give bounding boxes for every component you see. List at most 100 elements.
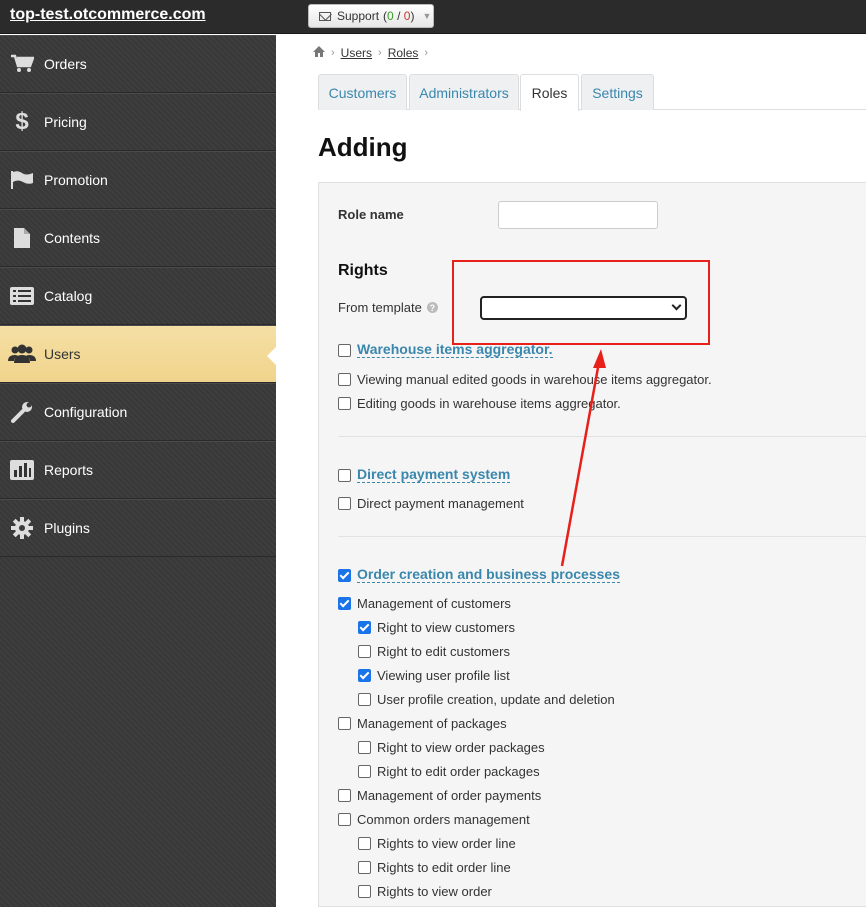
group-payment: Direct payment system [338, 467, 511, 483]
help-icon[interactable]: ? [426, 302, 438, 313]
from-template-label: From template ? [338, 300, 438, 315]
group-warehouse-checkbox[interactable] [338, 343, 351, 357]
group-warehouse: Warehouse items aggregator. [338, 342, 553, 358]
right-checkbox[interactable] [338, 597, 351, 610]
sidebar-item-configuration[interactable]: Configuration [0, 383, 276, 441]
right-label: Right to view customers [377, 620, 515, 635]
tab-administrators[interactable]: Administrators [409, 74, 519, 110]
tab-customers[interactable]: Customers [318, 74, 407, 110]
cart-icon [0, 54, 44, 74]
support-open-count: 0 [387, 9, 394, 23]
right-item: Common orders management [338, 812, 530, 827]
right-item: Viewing user profile list [358, 668, 510, 683]
top-bar: top-test.otcommerce.com Support (0 / 0) … [0, 0, 866, 34]
flag-icon [0, 170, 44, 190]
sidebar-item-label: Orders [44, 56, 87, 72]
sidebar: Orders $ Pricing Promotion Contents Cata… [0, 35, 277, 907]
sidebar-item-pricing[interactable]: $ Pricing [0, 93, 276, 151]
support-total-count: 0 [403, 9, 411, 23]
divider [338, 536, 866, 537]
sidebar-item-users[interactable]: Users [0, 325, 277, 383]
right-checkbox[interactable] [358, 837, 371, 850]
sidebar-item-label: Configuration [44, 404, 128, 420]
right-checkbox[interactable] [338, 397, 351, 410]
right-checkbox[interactable] [358, 645, 371, 658]
right-checkbox[interactable] [358, 765, 371, 778]
right-label: Management of customers [357, 596, 511, 611]
home-icon[interactable] [313, 46, 325, 60]
annotation-highlight-box [452, 260, 710, 345]
wrench-icon [0, 400, 44, 424]
right-label: Right to edit order packages [377, 764, 540, 779]
right-label: Direct payment management [357, 496, 524, 511]
right-item: Management of customers [338, 596, 511, 611]
document-icon [0, 227, 44, 249]
right-item: Rights to edit order line [358, 860, 511, 875]
sidebar-item-label: Pricing [44, 114, 87, 130]
group-payment-checkbox[interactable] [338, 468, 351, 482]
sidebar-item-promotion[interactable]: Promotion [0, 151, 276, 209]
sidebar-item-label: Catalog [44, 288, 93, 304]
sidebar-item-plugins[interactable]: Plugins [0, 499, 276, 557]
right-checkbox[interactable] [338, 717, 351, 730]
breadcrumb-roles[interactable]: Roles [388, 46, 419, 60]
role-name-input[interactable] [498, 201, 658, 229]
list-icon [0, 287, 44, 305]
right-checkbox[interactable] [338, 789, 351, 802]
right-label: Rights to edit order line [377, 860, 511, 875]
right-checkbox[interactable] [358, 693, 371, 706]
sidebar-item-contents[interactable]: Contents [0, 209, 276, 267]
right-item: Right to edit customers [358, 644, 510, 659]
sidebar-item-reports[interactable]: Reports [0, 441, 276, 499]
right-checkbox[interactable] [358, 621, 371, 634]
group-warehouse-link[interactable]: Warehouse items aggregator. [357, 342, 553, 358]
right-checkbox[interactable] [338, 813, 351, 826]
breadcrumb: › Users › Roles › [313, 46, 428, 60]
right-item: User profile creation, update and deleti… [358, 692, 615, 707]
right-item: Rights to view order [358, 884, 492, 899]
support-button[interactable]: Support (0 / 0) ▼ [308, 4, 434, 28]
sidebar-item-orders[interactable]: Orders [0, 35, 276, 93]
rights-heading: Rights [338, 262, 388, 279]
right-label: Editing goods in warehouse items aggrega… [357, 396, 621, 411]
sidebar-item-label: Contents [44, 230, 101, 246]
right-checkbox[interactable] [338, 497, 351, 510]
right-item: Right to view order packages [358, 740, 545, 755]
right-checkbox[interactable] [358, 741, 371, 754]
right-label: Viewing user profile list [377, 668, 510, 683]
tab-settings[interactable]: Settings [581, 74, 654, 110]
site-title-link[interactable]: top-test.otcommerce.com [10, 6, 206, 24]
right-label: Rights to view order line [377, 836, 516, 851]
group-orders: Order creation and business processes [338, 567, 620, 583]
users-icon [0, 344, 44, 364]
right-checkbox[interactable] [358, 669, 371, 682]
role-name-label: Role name [338, 207, 404, 222]
envelope-icon [319, 11, 331, 21]
right-label: Right to edit customers [377, 644, 510, 659]
sidebar-item-label: Promotion [44, 172, 108, 188]
right-item: Management of packages [338, 716, 507, 731]
right-label: Management of packages [357, 716, 507, 731]
group-orders-link[interactable]: Order creation and business processes [357, 567, 620, 583]
group-payment-link[interactable]: Direct payment system [357, 467, 511, 483]
right-label: Common orders management [357, 812, 530, 827]
right-checkbox[interactable] [358, 885, 371, 898]
right-label: Rights to view order [377, 884, 492, 899]
chevron-down-icon: ▼ [422, 11, 432, 21]
right-item: Direct payment management [338, 496, 524, 511]
tab-roles[interactable]: Roles [520, 74, 579, 111]
right-label: Right to view order packages [377, 740, 545, 755]
sidebar-item-label: Reports [44, 462, 94, 478]
sidebar-item-catalog[interactable]: Catalog [0, 267, 276, 325]
right-item: Editing goods in warehouse items aggrega… [338, 396, 621, 411]
right-label: Management of order payments [357, 788, 542, 803]
group-orders-checkbox[interactable] [338, 568, 351, 582]
right-checkbox[interactable] [338, 373, 351, 386]
sidebar-item-label: Plugins [44, 520, 90, 536]
tab-bar: Customers Administrators Roles Settings [318, 74, 866, 111]
right-checkbox[interactable] [358, 861, 371, 874]
divider [338, 436, 866, 437]
right-item: Viewing manual edited goods in warehouse… [338, 372, 712, 387]
breadcrumb-users[interactable]: Users [341, 46, 372, 60]
right-item: Right to view customers [358, 620, 515, 635]
